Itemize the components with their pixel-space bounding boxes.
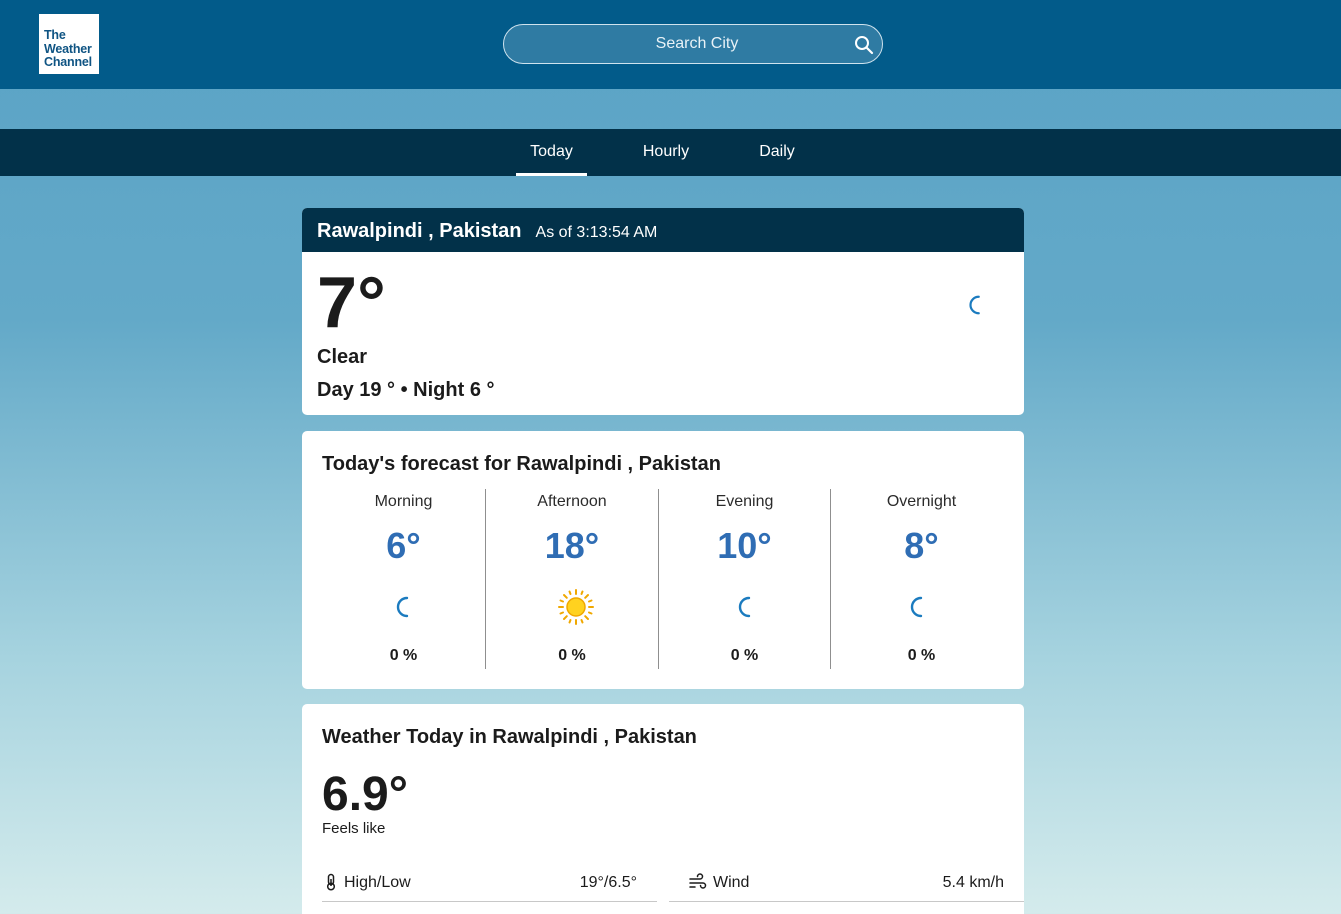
weather-channel-logo[interactable]: The Weather Channel: [39, 14, 99, 74]
period-temperature: 6°: [386, 525, 421, 566]
detail-row-wind: Wind 5.4 km/h: [669, 864, 1024, 902]
search-input[interactable]: [504, 25, 860, 63]
period-temperature: 18°: [544, 525, 600, 566]
tab-today[interactable]: Today: [516, 129, 587, 176]
logo-line-1: The: [44, 28, 66, 42]
current-conditions-header: Rawalpindi , Pakistan As of 3:13:54 AM: [302, 208, 1024, 252]
current-conditions-card: Rawalpindi , Pakistan As of 3:13:54 AM 7°…: [302, 208, 1024, 415]
detail-label: Wind: [713, 874, 750, 891]
period-precip: 0 %: [389, 647, 418, 664]
forecast-period-evening: Evening 10° 0 %: [659, 489, 831, 669]
as-of-time: As of 3:13:54 AM: [535, 224, 658, 241]
feels-like-label: Feels like: [322, 820, 386, 837]
period-temperature: 10°: [717, 525, 772, 566]
logo-line-2: Weather: [44, 41, 92, 56]
moon-icon: [396, 596, 409, 618]
period-label: Afternoon: [537, 493, 607, 510]
forecast-period-overnight: Overnight 8° 0 %: [831, 489, 1012, 669]
period-label: Morning: [374, 493, 433, 510]
detail-row-high-low: High/Low 19°/6.5°: [322, 864, 657, 902]
period-temperature: 8°: [904, 525, 939, 566]
weather-phrase: Clear: [317, 346, 368, 368]
period-precip: 0 %: [907, 647, 936, 664]
weather-today-card: Weather Today in Rawalpindi , Pakistan 6…: [302, 704, 1024, 914]
top-header: The Weather Channel: [0, 0, 1341, 89]
period-label: Evening: [715, 493, 774, 510]
thermometer-icon: [326, 873, 336, 891]
moon-icon: [910, 596, 923, 618]
moon-icon: [969, 295, 980, 315]
tab-bar: Today Hourly Daily: [0, 129, 1341, 176]
moon-icon: [738, 596, 751, 618]
weather-today-title: Weather Today in Rawalpindi , Pakistan: [322, 726, 697, 748]
detail-label: High/Low: [344, 874, 411, 891]
detail-value: 19°/6.5°: [579, 874, 637, 891]
day-night-temps: Day 19 ° • Night 6 °: [317, 379, 495, 401]
period-label: Overnight: [886, 493, 957, 510]
period-precip: 0 %: [730, 647, 759, 664]
forecast-title: Today's forecast for Rawalpindi , Pakist…: [322, 453, 721, 475]
logo-line-3: Channel: [44, 55, 92, 69]
search-box: [503, 24, 883, 64]
todays-forecast-card: Today's forecast for Rawalpindi , Pakist…: [302, 431, 1024, 689]
forecast-period-afternoon: Afternoon 18° 0 %: [486, 489, 659, 669]
period-precip: 0 %: [558, 647, 586, 664]
sun-icon: [558, 589, 594, 625]
location-name: Rawalpindi , Pakistan: [317, 220, 522, 242]
feels-like-temperature: 6.9°: [322, 768, 408, 821]
search-icon[interactable]: [854, 35, 874, 55]
tab-daily[interactable]: Daily: [747, 129, 807, 176]
tab-hourly[interactable]: Hourly: [630, 129, 702, 176]
detail-value: 5.4 km/h: [942, 874, 1004, 891]
current-temperature: 7°: [317, 263, 386, 343]
wind-icon: [689, 873, 707, 889]
forecast-period-morning: Morning 6° 0 %: [322, 489, 486, 669]
